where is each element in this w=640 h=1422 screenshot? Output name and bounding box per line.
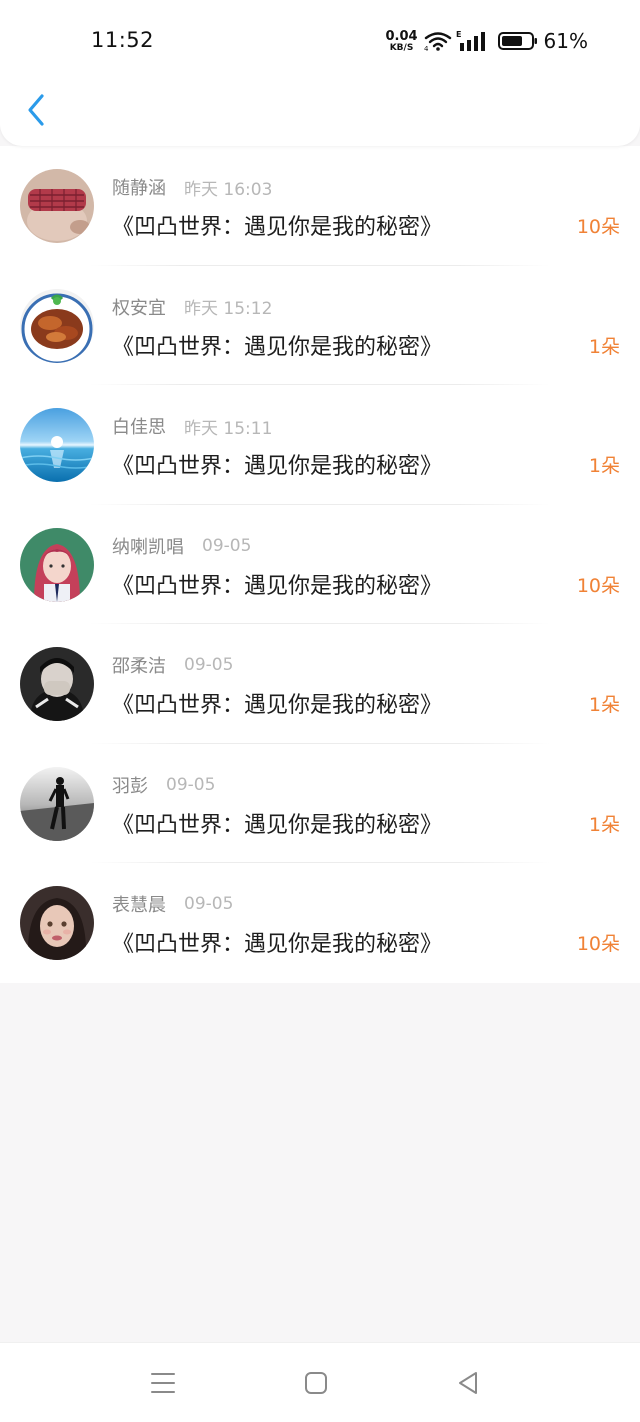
battery-percent: 61% (543, 29, 588, 53)
status-icons: 0.04 KB/S 4 E 61% (385, 28, 588, 54)
avatar-eye-mask[interactable] (20, 169, 94, 243)
work-title: 《凹凸世界：遇见你是我的秘密》 (112, 454, 443, 479)
list-item-meta: 表慧晨 09-05 (112, 891, 233, 917)
list-item-meta: 白佳思 昨天 15:11 (112, 413, 272, 439)
work-title: 《凹凸世界：遇见你是我的秘密》 (112, 573, 443, 599)
avatar-food-bowl[interactable] (20, 288, 94, 363)
list-item[interactable]: 随静涵 昨天 16:03 《凹凸世界：遇见你是我的秘密》 10朵 (0, 146, 640, 266)
sent-time: 09-05 (166, 774, 216, 795)
sender-name: 随静涵 (112, 178, 166, 199)
sender-name: 邵柔洁 (112, 656, 166, 677)
list-item-meta: 权安宜 昨天 15:12 (112, 294, 272, 320)
sent-time: 09-05 (202, 535, 252, 556)
flower-count: 10朵 (576, 216, 620, 238)
work-title: 《凹凸世界：遇见你是我的秘密》 (112, 693, 443, 718)
back-triangle-icon (459, 1372, 477, 1394)
list-item[interactable]: 纳喇凯唱 09-05 《凹凸世界：遇见你是我的秘密》 10朵 (0, 505, 640, 624)
menu-icon (151, 1373, 175, 1393)
list-item-meta: 纳喇凯唱 09-05 (112, 533, 251, 559)
sent-time: 昨天 16:03 (184, 179, 273, 200)
flower-count: 10朵 (576, 933, 620, 955)
net-speed-value: 0.04 (385, 28, 418, 44)
avatar-girl-portrait[interactable] (20, 886, 94, 960)
sent-time: 09-05 (184, 894, 234, 914)
signal-icon: E (456, 30, 488, 52)
svg-text:E: E (456, 30, 461, 39)
flower-count: 1朵 (588, 335, 620, 358)
system-nav-bar (0, 1342, 640, 1422)
chevron-left-icon (28, 94, 44, 126)
avatar-pink-hair-girl[interactable] (20, 527, 94, 602)
status-bar: 11:52 0.04 KB/S 4 E 61% (0, 0, 640, 80)
svg-text:4: 4 (424, 45, 429, 51)
gift-list: 随静涵 昨天 16:03 《凹凸世界：遇见你是我的秘密》 10朵 权安宜 昨天 … (0, 146, 640, 983)
list-item[interactable]: 邵柔洁 09-05 《凹凸世界：遇见你是我的秘密》 1朵 (0, 624, 640, 744)
home-square-icon (305, 1372, 327, 1394)
net-speed: 0.04 KB/S (385, 30, 417, 53)
menu-button[interactable] (149, 1369, 177, 1397)
net-speed-unit: KB/S (389, 42, 414, 53)
top-header-card: 11:52 0.04 KB/S 4 E 61% (0, 0, 640, 146)
avatar-standing-figure[interactable] (20, 766, 94, 841)
status-time: 11:52 (91, 28, 155, 52)
sender-name: 权安宜 (112, 297, 166, 319)
list-item-meta: 羽彭 09-05 (112, 772, 215, 798)
sender-name: 纳喇凯唱 (112, 536, 184, 558)
flower-count: 1朵 (588, 455, 620, 477)
sent-time: 昨天 15:11 (184, 418, 273, 439)
list-item-meta: 邵柔洁 09-05 (112, 652, 233, 678)
list-item[interactable]: 白佳思 昨天 15:11 《凹凸世界：遇见你是我的秘密》 1朵 (0, 385, 640, 505)
avatar-masked-person[interactable] (20, 647, 94, 721)
work-title: 《凹凸世界：遇见你是我的秘密》 (112, 334, 443, 360)
battery-icon (497, 31, 538, 51)
sender-name: 白佳思 (112, 417, 166, 438)
list-item[interactable]: 羽彭 09-05 《凹凸世界：遇见你是我的秘密》 1朵 (0, 744, 640, 863)
work-title: 《凹凸世界：遇见你是我的秘密》 (112, 812, 443, 838)
flower-count: 1朵 (588, 694, 620, 716)
back-button[interactable] (18, 88, 54, 132)
list-item[interactable]: 权安宜 昨天 15:12 《凹凸世界：遇见你是我的秘密》 1朵 (0, 266, 640, 385)
sent-time: 09-05 (184, 655, 234, 675)
work-title: 《凹凸世界：遇见你是我的秘密》 (112, 932, 443, 957)
sender-name: 表慧晨 (112, 895, 166, 916)
avatar-ocean-sun[interactable] (20, 408, 94, 482)
home-button[interactable] (302, 1369, 330, 1397)
work-title: 《凹凸世界：遇见你是我的秘密》 (112, 215, 443, 240)
wifi-icon: 4 (424, 31, 452, 53)
list-item-meta: 随静涵 昨天 16:03 (112, 174, 272, 200)
list-item[interactable]: 表慧晨 09-05 《凹凸世界：遇见你是我的秘密》 10朵 (0, 863, 640, 983)
flower-count: 10朵 (576, 574, 620, 597)
flower-count: 1朵 (588, 813, 620, 836)
sender-name: 羽彭 (112, 775, 148, 797)
system-back-button[interactable] (454, 1369, 482, 1397)
sent-time: 昨天 15:12 (184, 299, 273, 319)
